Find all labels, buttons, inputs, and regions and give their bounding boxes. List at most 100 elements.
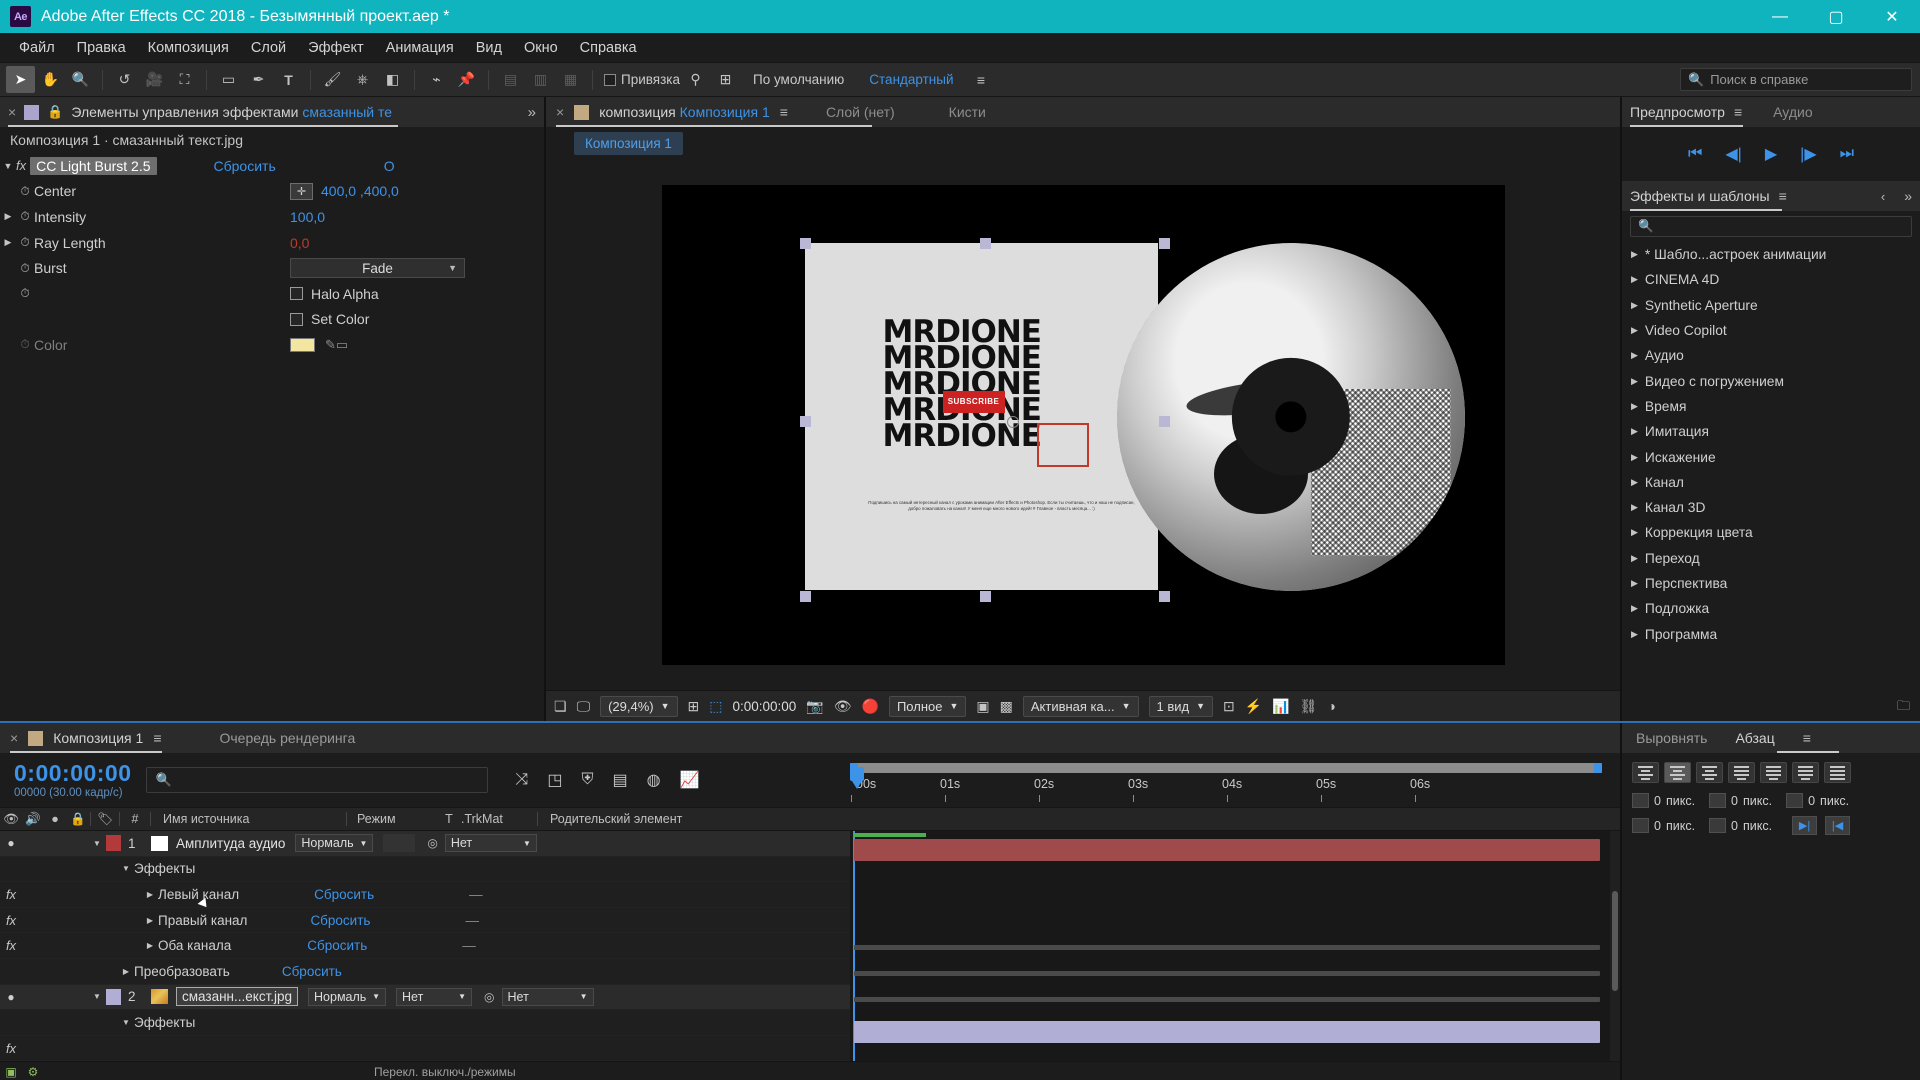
comp-settings-icon[interactable]: ⚙ <box>22 1065 44 1079</box>
scrollbar-thumb[interactable] <box>1612 891 1618 991</box>
roto-brush-tool-icon[interactable]: ⌁ <box>422 66 451 93</box>
property-value-intensity[interactable]: 100,0 <box>290 209 325 225</box>
table-row[interactable]: fx <box>0 1035 850 1062</box>
parent-pickwhip-icon[interactable]: ◎ <box>484 990 494 1004</box>
effect-bar-left[interactable] <box>854 945 1600 950</box>
set-color-checkbox[interactable] <box>290 312 303 326</box>
indent-right-value[interactable]: 0 <box>1731 794 1738 808</box>
monitor-icon[interactable]: 🖵 <box>577 698 591 715</box>
close-icon[interactable]: × <box>10 730 18 746</box>
work-area-bar[interactable] <box>850 763 1602 773</box>
property-row-ray-length[interactable]: ▶ ⏱ Ray Length 0,0 <box>0 230 544 256</box>
comp-flowchart-icon[interactable]: ⛓ <box>1300 698 1318 715</box>
effect-bar-both[interactable] <box>854 997 1600 1002</box>
layer-name[interactable]: Амплитуда аудио <box>176 836 285 851</box>
table-row[interactable]: ▼ Эффекты <box>0 856 850 883</box>
effects-category-item[interactable]: ▶ CINEMA 4D <box>1622 267 1920 292</box>
center-point-picker-icon[interactable]: ✛ <box>290 182 313 200</box>
align-left-button[interactable] <box>1632 762 1659 783</box>
layer-disclosure-icon[interactable]: ▼ <box>88 839 106 848</box>
selection-handle-mr[interactable] <box>1158 415 1170 427</box>
rotation-tool-icon[interactable]: ↺ <box>110 66 139 93</box>
table-row[interactable]: ▼ Эффекты <box>0 1010 850 1036</box>
grid-snap-icon[interactable]: ⊞ <box>711 66 740 93</box>
new-folder-icon[interactable]: 🗀 <box>1897 697 1910 719</box>
last-frame-icon[interactable]: ⏭ <box>1840 145 1854 163</box>
menu-effect[interactable]: Эффект <box>297 36 375 60</box>
layer-visibility-icon[interactable]: ● <box>0 990 22 1004</box>
ltr-text-button[interactable]: ▶| <box>1792 816 1818 835</box>
graph-editor-icon[interactable]: 📈 <box>680 770 700 790</box>
space-after-field[interactable]: 0 пикс. <box>1709 818 1772 833</box>
eyedropper-icon[interactable]: ✎▭ <box>325 337 348 353</box>
justify-all-button[interactable] <box>1824 762 1851 783</box>
timeline-track-area[interactable] <box>850 831 1620 1062</box>
current-timecode[interactable]: 0:00:00:00 <box>14 761 132 785</box>
composition-viewer-area[interactable]: MRDIONE MRDIONE MRDIONE MRDIONE MRDIONE … <box>546 159 1620 690</box>
effect-reset-link[interactable]: Сбросить <box>314 887 374 902</box>
layer-mode-dropdown[interactable]: Нормаль ▼ <box>308 987 387 1006</box>
property-row-halo-alpha[interactable]: ▶ ⏱ Halo Alpha <box>0 281 544 307</box>
pixel-aspect-icon[interactable]: ⊡ <box>1223 698 1235 715</box>
track-matte-cell[interactable] <box>383 834 416 853</box>
panel-expand-icon[interactable]: » <box>1904 188 1912 204</box>
mode-header[interactable]: Режим <box>347 808 437 830</box>
menu-window[interactable]: Окно <box>513 36 569 60</box>
source-name-header[interactable]: Имя источника <box>151 808 346 830</box>
brushes-tab[interactable]: Кисти <box>949 104 986 120</box>
hide-shy-layers-icon[interactable]: ⛨ <box>581 771 593 789</box>
effects-category-item[interactable]: ▶ Видео с погружением <box>1622 368 1920 393</box>
composition-menu-icon[interactable]: ≡ <box>780 104 788 120</box>
workspace-menu-icon[interactable]: ≡ <box>967 66 996 93</box>
anchor-point-icon[interactable] <box>1006 415 1019 428</box>
effect-disclosure-icon[interactable]: ▶ <box>142 890 158 899</box>
justify-last-left-button[interactable] <box>1728 762 1755 783</box>
always-preview-icon[interactable]: ❏ <box>554 698 567 715</box>
effect-controls-layer-link[interactable]: смазанный те <box>302 104 392 120</box>
layer-visibility-icon[interactable]: ● <box>0 836 22 850</box>
effects-category-item[interactable]: ▶ Время <box>1622 394 1920 419</box>
fast-preview-icon[interactable]: ⚡ <box>1245 698 1262 715</box>
group-disclosure-icon[interactable]: ▼ <box>118 864 134 873</box>
workspace-default[interactable]: По умолчанию <box>741 72 856 87</box>
effects-category-item[interactable]: ▶ Программа <box>1622 621 1920 646</box>
rtl-text-button[interactable]: |◀ <box>1825 816 1851 835</box>
property-row-center[interactable]: ▶ ⏱ Center ✛ 400,0 ,400,0 <box>0 179 544 205</box>
parent-dropdown[interactable]: Нет ▼ <box>501 987 594 1006</box>
align-center-button[interactable] <box>1664 762 1691 783</box>
indent-first-field[interactable]: 0 пикс. <box>1786 793 1849 808</box>
breadcrumb-comp-1[interactable]: Композиция 1 <box>574 131 683 155</box>
draft-3d-icon[interactable]: ◳ <box>547 770 562 790</box>
effects-category-item[interactable]: ▶ Перспектива <box>1622 571 1920 596</box>
workspace-standard[interactable]: Стандартный <box>857 72 965 87</box>
table-row[interactable]: ● ▼ 1 Амплитуда аудио Нормаль ▼ ◎ Нет ▼ <box>0 831 850 857</box>
timeline-vertical-scrollbar[interactable] <box>1610 831 1620 1062</box>
hand-tool-icon[interactable]: ✋ <box>36 66 65 93</box>
region-preview-icon[interactable]: ▣ <box>976 698 989 715</box>
ray-length-disclosure-icon[interactable]: ▶ <box>0 237 16 248</box>
selection-handle-br[interactable] <box>1158 590 1170 602</box>
stopwatch-icon[interactable]: ⏱ <box>16 261 34 276</box>
frame-blending-icon[interactable]: ▤ <box>612 770 627 790</box>
burst-dropdown[interactable]: Fade ▼ <box>290 258 465 279</box>
menu-edit[interactable]: Правка <box>66 36 137 60</box>
show-snapshot-icon[interactable]: 👁 <box>834 698 852 715</box>
views-dropdown[interactable]: 1 вид ▼ <box>1148 695 1214 717</box>
space-before-value[interactable]: 0 <box>1654 819 1661 833</box>
eraser-tool-icon[interactable]: ◧ <box>378 66 407 93</box>
resolution-dropdown[interactable]: Полное ▼ <box>888 695 967 717</box>
prev-frame-icon[interactable]: ◀| <box>1725 144 1741 164</box>
zoom-level-dropdown[interactable]: (29,4%) ▼ <box>600 695 678 717</box>
table-row[interactable]: fx ▶ Левый канал Сбросить — <box>0 882 850 908</box>
transform-disclosure-icon[interactable]: ▶ <box>118 967 134 976</box>
stopwatch-icon[interactable]: ⏱ <box>16 286 34 301</box>
selection-handle-bl[interactable] <box>799 590 811 602</box>
layer-label-color[interactable] <box>106 835 121 852</box>
brush-tool-icon[interactable]: 🖌 <box>318 66 347 93</box>
snap-toggle[interactable]: Привязка <box>604 72 680 87</box>
layer-tab[interactable]: Слой (нет) <box>826 104 895 120</box>
parent-header[interactable]: Родительский элемент <box>538 808 682 830</box>
lock-icon[interactable]: 🔒 <box>47 104 63 120</box>
effects-category-item[interactable]: ▶ Подложка <box>1622 596 1920 621</box>
effects-category-item[interactable]: ▶ Video Copilot <box>1622 318 1920 343</box>
